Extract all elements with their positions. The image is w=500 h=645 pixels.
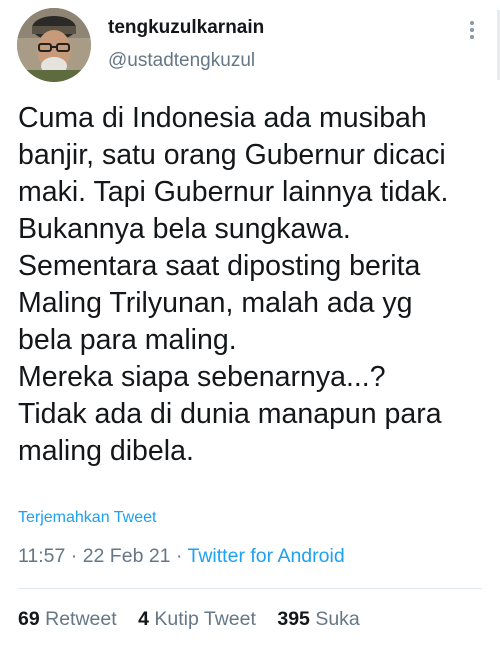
meta-separator: · bbox=[170, 545, 188, 567]
tweet-source-link[interactable]: Twitter for Android bbox=[188, 545, 345, 567]
tweet-text-line: Sementara saat diposting berita bbox=[18, 250, 421, 282]
likes-label: Suka bbox=[315, 608, 360, 630]
tweet-meta: 11:57 · 22 Feb 21 · Twitter for Android bbox=[18, 545, 345, 568]
tweet-time: 11:57 bbox=[18, 545, 66, 567]
retweets-count: 69 bbox=[18, 608, 40, 630]
tweet-text-line: bela para maling. bbox=[18, 324, 237, 356]
quote-tweets-label: Kutip Tweet bbox=[154, 608, 256, 630]
avatar[interactable] bbox=[17, 8, 91, 82]
tweet-text-line: maling dibela. bbox=[18, 435, 194, 467]
tweet-text-line: Bukannya bela sungkawa. bbox=[18, 213, 351, 245]
profile-photo-icon bbox=[17, 8, 91, 82]
quote-tweets-stat[interactable]: 4 Kutip Tweet bbox=[138, 608, 256, 631]
tweet-stats: 69 Retweet 4 Kutip Tweet 395 Suka bbox=[18, 608, 376, 631]
retweets-stat[interactable]: 69 Retweet bbox=[18, 608, 117, 631]
divider bbox=[18, 588, 482, 589]
user-handle[interactable]: @ustadtengkuzul bbox=[108, 50, 255, 72]
quote-tweets-count: 4 bbox=[138, 608, 149, 630]
retweets-label: Retweet bbox=[45, 608, 117, 630]
tweet-text-line: Maling Trilyunan, malah ada yg bbox=[18, 287, 413, 319]
tweet-text-line: Cuma di Indonesia ada musibah bbox=[18, 102, 427, 134]
likes-count: 395 bbox=[277, 608, 310, 630]
tweet-text-line: maki. Tapi Gubernur lainnya tidak. bbox=[18, 176, 449, 208]
tweet-text-line: Mereka siapa sebenarnya...? bbox=[18, 361, 386, 393]
tweet-text: Cuma di Indonesia ada musibah banjir, sa… bbox=[18, 100, 496, 470]
translate-tweet-link[interactable]: Terjemahkan Tweet bbox=[18, 509, 156, 527]
display-name[interactable]: tengkuzulkarnain bbox=[108, 17, 264, 39]
meta-separator: · bbox=[65, 545, 83, 567]
tweet-date: 22 Feb 21 bbox=[82, 545, 171, 567]
more-options-icon[interactable] bbox=[462, 19, 482, 43]
tweet-text-line: banjir, satu orang Gubernur dicaci bbox=[18, 139, 446, 171]
likes-stat[interactable]: 395 Suka bbox=[277, 608, 359, 631]
tweet-text-line: Tidak ada di dunia manapun para bbox=[18, 398, 442, 430]
